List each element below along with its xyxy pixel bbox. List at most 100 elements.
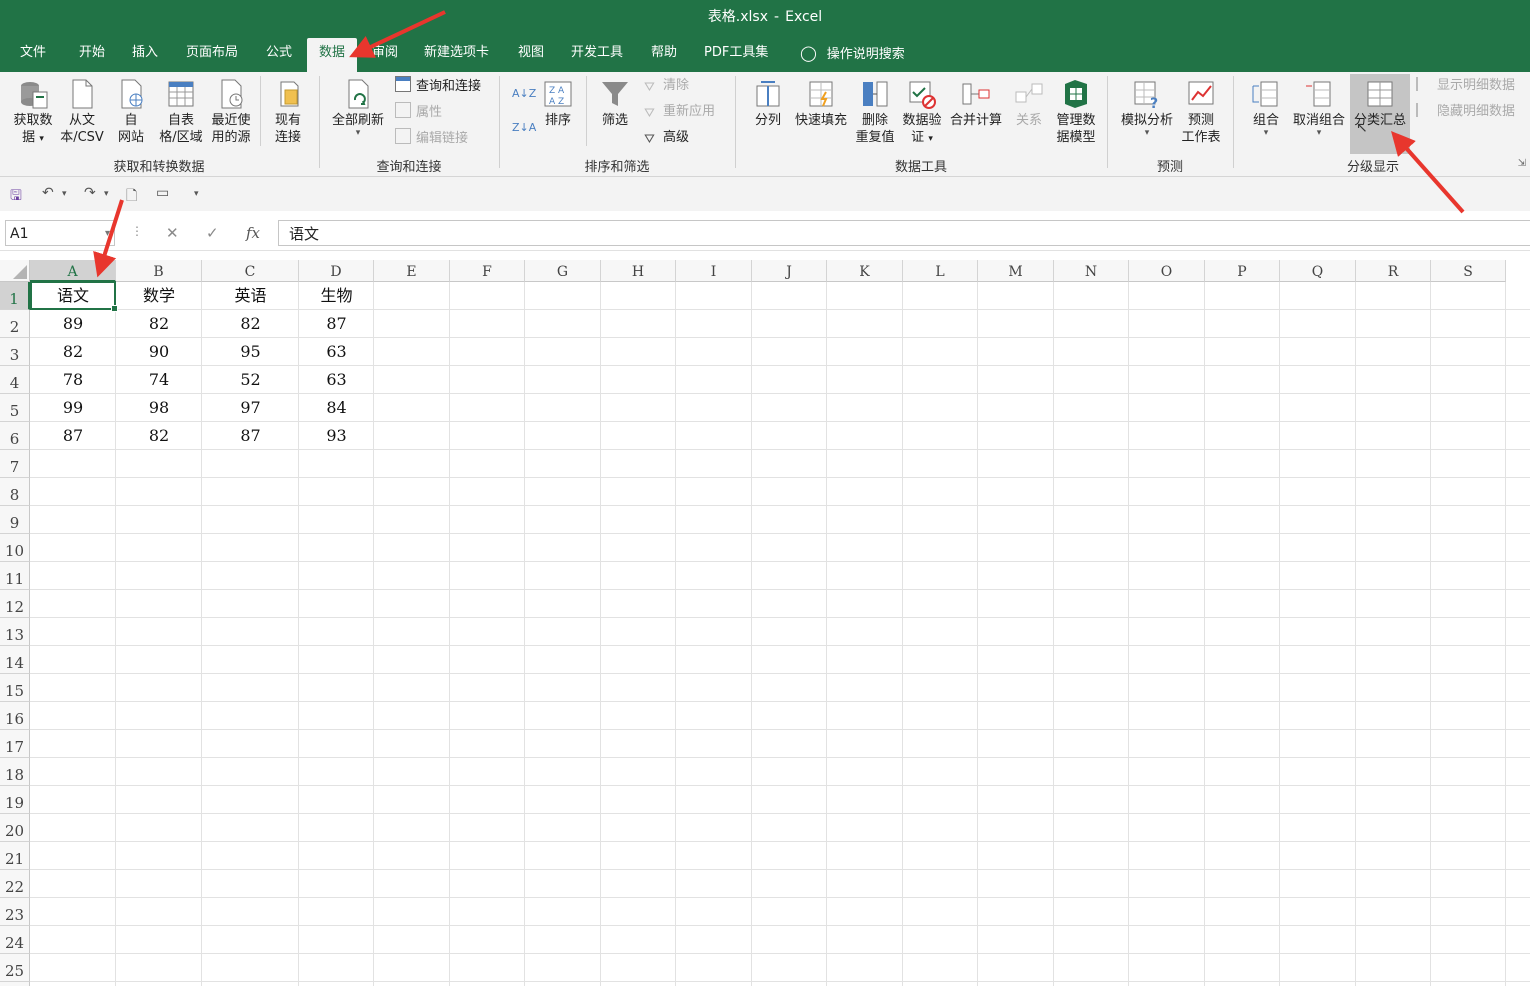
column-header-n[interactable]: N [1054, 260, 1129, 282]
row-header-19[interactable]: 19 [0, 786, 30, 814]
column-header-e[interactable]: E [374, 260, 450, 282]
worksheet-grid[interactable]: A B C D E F G H I J K L M N O P Q R S 1 2 3 4 5 6 7 8 9 10 11 12 13 14 15… [0, 260, 1530, 986]
tab-review[interactable]: 审阅 [360, 38, 410, 72]
ungroup-button[interactable]: 取消组合 ▾ [1290, 78, 1348, 138]
insert-function-icon[interactable]: fx [246, 224, 260, 242]
refresh-all-button[interactable]: 全部刷新 ▾ [328, 78, 388, 138]
formula-input[interactable]: 语文 [278, 220, 1530, 246]
row-header-16[interactable]: 16 [0, 702, 30, 730]
cell-C5[interactable]: 97 [202, 394, 299, 422]
select-all-button[interactable] [0, 260, 30, 282]
cell-A2[interactable]: 89 [30, 310, 116, 338]
cell-C2[interactable]: 82 [202, 310, 299, 338]
customize-toolbar-icon[interactable]: ▾ [194, 189, 199, 199]
tell-me-search[interactable]: ◯ 操作说明搜索 [800, 38, 905, 68]
row-header-2[interactable]: 2 [0, 310, 30, 338]
more-options-icon[interactable]: ⋮ [131, 224, 143, 238]
row-header-12[interactable]: 12 [0, 590, 30, 618]
subtotal-button[interactable]: 分类汇总 [1350, 74, 1410, 154]
print-preview-icon[interactable]: 🗋 [126, 185, 137, 209]
row-header-24[interactable]: 24 [0, 926, 30, 954]
get-data-button[interactable]: 获取数据 ▾ [8, 78, 58, 148]
existing-connections-button[interactable]: 现有 连接 [266, 78, 310, 146]
row-header-13[interactable]: 13 [0, 618, 30, 646]
edit-links-button[interactable]: 编辑链接 [395, 128, 468, 148]
column-header-h[interactable]: H [601, 260, 676, 282]
properties-button[interactable]: 属性 [395, 102, 442, 122]
row-header-4[interactable]: 4 [0, 366, 30, 394]
row-header-22[interactable]: 22 [0, 870, 30, 898]
show-detail-button[interactable]: 显示明细数据 [1416, 76, 1515, 96]
row-header-14[interactable]: 14 [0, 646, 30, 674]
flash-fill-button[interactable]: 快速填充 [792, 78, 850, 129]
sort-button[interactable]: Z AA Z 排序 [540, 78, 576, 129]
cell-B5[interactable]: 98 [116, 394, 202, 422]
column-header-j[interactable]: J [752, 260, 827, 282]
column-header-r[interactable]: R [1356, 260, 1431, 282]
row-header-8[interactable]: 8 [0, 478, 30, 506]
tab-file[interactable]: 文件 [8, 38, 58, 72]
row-header-20[interactable]: 20 [0, 814, 30, 842]
tab-pdf-tools[interactable]: PDF工具集 [692, 38, 780, 72]
tab-developer[interactable]: 开发工具 [559, 38, 635, 72]
from-text-csv-button[interactable]: 从文 本/CSV [58, 78, 106, 146]
column-header-c[interactable]: C [202, 260, 299, 282]
column-header-m[interactable]: M [978, 260, 1054, 282]
cell-B1[interactable]: 数学 [116, 282, 202, 310]
data-validation-button[interactable]: 数据验证 ▾ [900, 78, 944, 148]
cell-D2[interactable]: 87 [299, 310, 374, 338]
cell-A3[interactable]: 82 [30, 338, 116, 366]
undo-dropdown-icon[interactable]: ▾ [62, 189, 67, 199]
tab-data[interactable]: 数据 [307, 38, 358, 72]
save-icon[interactable]: 🖫 [10, 185, 22, 209]
column-header-q[interactable]: Q [1280, 260, 1356, 282]
cell-D5[interactable]: 84 [299, 394, 374, 422]
row-header-10[interactable]: 10 [0, 534, 30, 562]
tab-page-layout[interactable]: 页面布局 [174, 38, 250, 72]
column-header-k[interactable]: K [827, 260, 903, 282]
cancel-icon[interactable]: ✕ [166, 224, 179, 242]
row-header-21[interactable]: 21 [0, 842, 30, 870]
row-header-17[interactable]: 17 [0, 730, 30, 758]
column-header-i[interactable]: I [676, 260, 752, 282]
cell-A4[interactable]: 78 [30, 366, 116, 394]
consolidate-button[interactable]: 合并计算 [946, 78, 1006, 129]
row-header-23[interactable]: 23 [0, 898, 30, 926]
clear-button[interactable]: ⛛ 清除 [644, 76, 689, 96]
dialog-launcher-icon[interactable]: ⇲ [1518, 158, 1526, 169]
column-header-b[interactable]: B [116, 260, 202, 282]
row-header-7[interactable]: 7 [0, 450, 30, 478]
row-header-3[interactable]: 3 [0, 338, 30, 366]
cell-A6[interactable]: 87 [30, 422, 116, 450]
row-header-25[interactable]: 25 [0, 954, 30, 982]
cell-B4[interactable]: 74 [116, 366, 202, 394]
row-header-5[interactable]: 5 [0, 394, 30, 422]
enter-icon[interactable]: ✓ [206, 224, 219, 242]
column-header-f[interactable]: F [450, 260, 525, 282]
cell-D1[interactable]: 生物 [299, 282, 374, 310]
manage-data-model-button[interactable]: 管理数 据模型 [1052, 78, 1100, 146]
column-header-d[interactable]: D [299, 260, 374, 282]
undo-icon[interactable]: ↶ [42, 185, 54, 201]
from-web-button[interactable]: 自网站 [110, 78, 152, 146]
column-header-p[interactable]: P [1205, 260, 1280, 282]
chevron-down-icon[interactable]: ▾ [105, 221, 110, 247]
row-header-26[interactable]: 26 [0, 982, 30, 986]
row-header-15[interactable]: 15 [0, 674, 30, 702]
tab-new-tab[interactable]: 新建选项卡 [412, 38, 501, 72]
cell-B2[interactable]: 82 [116, 310, 202, 338]
remove-duplicates-button[interactable]: 删除 重复值 [852, 78, 898, 146]
filter-button[interactable]: 筛选 [596, 78, 634, 129]
row-header-1[interactable]: 1 [0, 282, 30, 310]
row-header-6[interactable]: 6 [0, 422, 30, 450]
queries-connections-button[interactable]: 查询和连接 [395, 76, 481, 96]
row-header-18[interactable]: 18 [0, 758, 30, 786]
hide-detail-button[interactable]: 隐藏明细数据 [1416, 102, 1515, 122]
cell-C3[interactable]: 95 [202, 338, 299, 366]
column-header-a[interactable]: A [30, 260, 116, 282]
cell-C6[interactable]: 87 [202, 422, 299, 450]
reapply-button[interactable]: ⛛ 重新应用 [644, 102, 715, 122]
column-header-s[interactable]: S [1431, 260, 1506, 282]
cell-D4[interactable]: 63 [299, 366, 374, 394]
cell-A5[interactable]: 99 [30, 394, 116, 422]
